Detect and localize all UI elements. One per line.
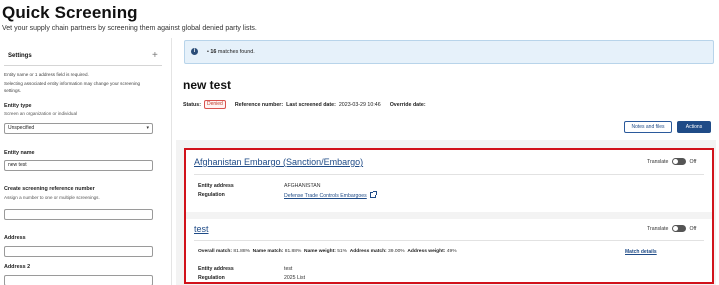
notice-message: matches found. bbox=[217, 49, 255, 55]
last-screened-value: 2023-03-29 10:46 bbox=[338, 101, 381, 108]
status-badge: Denied bbox=[203, 100, 226, 109]
page-title: Quick Screening bbox=[2, 3, 138, 22]
status-row: Status: Denied Reference number: Last sc… bbox=[183, 100, 429, 109]
reference-label: Create screening reference number bbox=[4, 186, 95, 192]
actions-button[interactable]: Actions bbox=[677, 121, 711, 133]
result-title: new test bbox=[183, 78, 232, 92]
plus-icon[interactable]: + bbox=[152, 50, 158, 61]
reference-sub: Assign a number to one or multiple scree… bbox=[4, 195, 100, 200]
page-subtitle: Vet your supply chain partners by screen… bbox=[2, 25, 257, 32]
reference-number-label: Reference number: bbox=[234, 101, 284, 108]
settings-divider bbox=[4, 65, 162, 66]
notice-bullet: • bbox=[207, 49, 209, 55]
address-input[interactable] bbox=[4, 246, 153, 257]
settings-panel: Settings + Entity name or 1 address fiel… bbox=[0, 45, 165, 285]
address-label: Address bbox=[4, 235, 26, 241]
entity-type-sub: Screen an organization or individual bbox=[4, 111, 78, 116]
entity-type-value: Unspecified bbox=[8, 125, 35, 131]
address2-input[interactable] bbox=[4, 275, 153, 285]
settings-header: Settings bbox=[8, 53, 32, 59]
entity-type-select[interactable]: Unspecified ▾ bbox=[4, 123, 153, 134]
notes-and-files-button[interactable]: Notes and files bbox=[624, 121, 672, 133]
matches-notice: i • 16 matches found. bbox=[184, 40, 714, 64]
info-icon: i bbox=[191, 48, 198, 55]
settings-hint-2: Selecting associated entity information … bbox=[4, 81, 141, 86]
settings-hint-1: Entity name or 1 address field is requir… bbox=[4, 72, 89, 77]
reference-input[interactable] bbox=[4, 209, 153, 220]
address2-label: Address 2 bbox=[4, 264, 31, 270]
entity-name-label: Entity name bbox=[4, 150, 35, 156]
override-date-label: Override date: bbox=[389, 101, 426, 108]
panel-divider bbox=[171, 38, 172, 285]
match-count: 16 bbox=[210, 49, 217, 55]
last-screened-label: Last screened date: bbox=[286, 101, 336, 108]
highlighted-results-outline bbox=[184, 148, 714, 284]
notice-text: • 16 matches found. bbox=[207, 49, 255, 55]
chevron-down-icon: ▾ bbox=[146, 125, 149, 131]
entity-type-label: Entity type bbox=[4, 103, 32, 109]
settings-hint-3: settings. bbox=[4, 88, 22, 93]
entity-name-input[interactable]: new test bbox=[4, 160, 153, 171]
status-label: Status: bbox=[183, 101, 201, 108]
